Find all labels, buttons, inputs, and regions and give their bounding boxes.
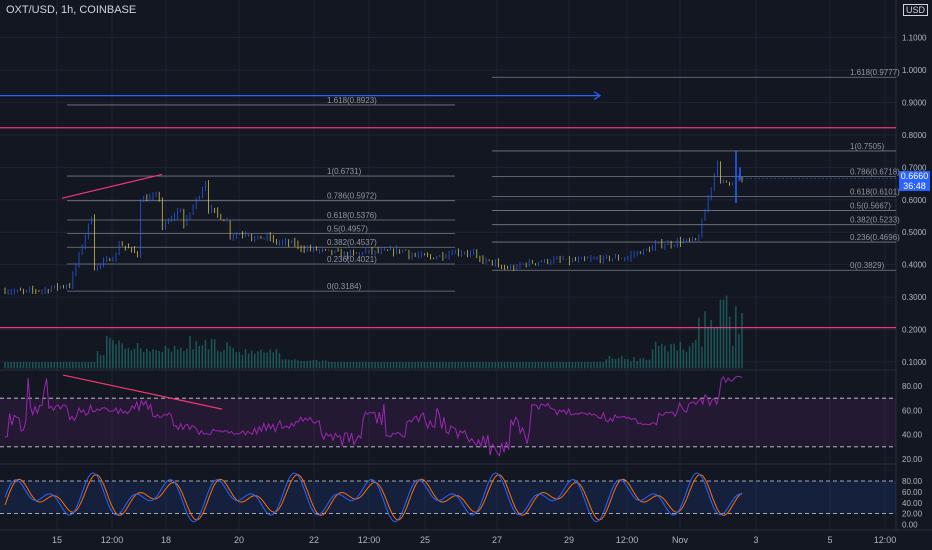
fib-level-label: 1(0.6731): [327, 167, 362, 176]
price-axis-label: 0.3000: [902, 293, 927, 302]
rsi-axis-label: 60.00: [902, 406, 923, 415]
time-axis-label: 3: [753, 535, 758, 545]
fib-level-label: 0(0.3184): [327, 282, 362, 291]
stoch-band: [0, 481, 896, 514]
price-axis-label: 1.1000: [902, 34, 927, 43]
symbol-title[interactable]: OXT/USD, 1h, COINBASE: [6, 4, 136, 16]
time-axis-label: 12:00: [358, 535, 381, 545]
time-axis-label: 15: [52, 535, 62, 545]
stoch-axis-label: 0.00: [902, 521, 918, 530]
fib-level-label: 1.618(0.8923): [327, 96, 377, 105]
fib-level-label: 0.236(0.4696): [850, 233, 900, 242]
fib-level-label: 0.382(0.5233): [850, 216, 900, 225]
rsi-axis-label: 80.00: [902, 382, 923, 391]
trend-lines[interactable]: [0, 91, 602, 199]
price-axis-label: 0.6000: [902, 196, 927, 205]
fib-level-label: 0.236(0.4021): [327, 255, 377, 264]
fib-level-label: 0(0.3829): [850, 261, 885, 270]
horizontal-lines: [0, 127, 896, 329]
time-axis-label: Nov: [672, 535, 689, 545]
currency-tag[interactable]: USD: [902, 4, 928, 16]
volume-bars: [4, 295, 743, 369]
fib-level-label: 0.618(0.6101): [850, 188, 900, 197]
rsi-pane: [0, 374, 896, 457]
price-axis[interactable]: 1.10001.00000.90000.80000.70000.60000.50…: [902, 34, 927, 530]
rsi-axis-label: 40.00: [902, 431, 923, 440]
trading-chart[interactable]: 1.618(0.8923) 1(0.6731) 0.786(0.5972) 0.618…: [0, 0, 932, 550]
grid: [0, 0, 932, 531]
fib-level-label: 0.382(0.4537): [327, 238, 377, 247]
time-axis-label: 22: [309, 535, 319, 545]
price-series: [4, 151, 896, 296]
time-axis-label: 20: [234, 535, 244, 545]
fib-level-label: 1.618(0.9777): [850, 68, 900, 77]
fib-level-label: 0.618(0.5376): [327, 211, 377, 220]
time-axis-label: 25: [420, 535, 430, 545]
time-axis-label: 5: [827, 535, 832, 545]
bar-countdown: 36:48: [903, 181, 926, 191]
last-price-badge: 0.6660 36:48: [899, 171, 930, 191]
stoch-axis-label: 60.00: [902, 488, 923, 497]
time-axis-label: 29: [564, 535, 574, 545]
fib-level-label: 0.786(0.6718): [850, 167, 900, 176]
rsi-band: [0, 398, 896, 447]
price-axis-label: 0.8000: [902, 131, 927, 140]
price-axis-label: 0.1000: [902, 358, 927, 367]
fib-retracement-left[interactable]: 1.618(0.8923) 1(0.6731) 0.786(0.5972) 0.618…: [67, 96, 455, 292]
fib-level-label: 1(0.7505): [850, 142, 885, 151]
stoch-axis-label: 40.00: [902, 499, 923, 508]
price-axis-label: 0.9000: [902, 98, 927, 107]
price-axis-label: 0.5000: [902, 228, 927, 237]
time-axis-label: 12:00: [874, 535, 897, 545]
time-axis-label: 27: [492, 535, 502, 545]
price-axis-label: 1.0000: [902, 66, 927, 75]
price-axis-label: 0.2000: [902, 326, 927, 335]
fib-level-label: 0.5(0.5667): [850, 202, 891, 211]
price-axis-label: 0.4000: [902, 261, 927, 270]
time-axis-label: 12:00: [101, 535, 124, 545]
stoch-axis-label: 20.00: [902, 510, 923, 519]
time-axis[interactable]: 15 12:00 18 20 22 12:00 25 27 29 12:00 Nov 3 5 12:00: [52, 535, 896, 545]
time-axis-label: 12:00: [616, 535, 639, 545]
last-price: 0.6660: [900, 171, 929, 181]
stoch-axis-label: 80.00: [902, 477, 923, 486]
fib-level-label: 0.5(0.4957): [327, 225, 368, 234]
time-axis-label: 18: [161, 535, 171, 545]
rsi-axis-label: 20.00: [902, 455, 923, 464]
stoch-pane: [0, 472, 896, 523]
fib-level-label: 0.786(0.5972): [327, 192, 377, 201]
